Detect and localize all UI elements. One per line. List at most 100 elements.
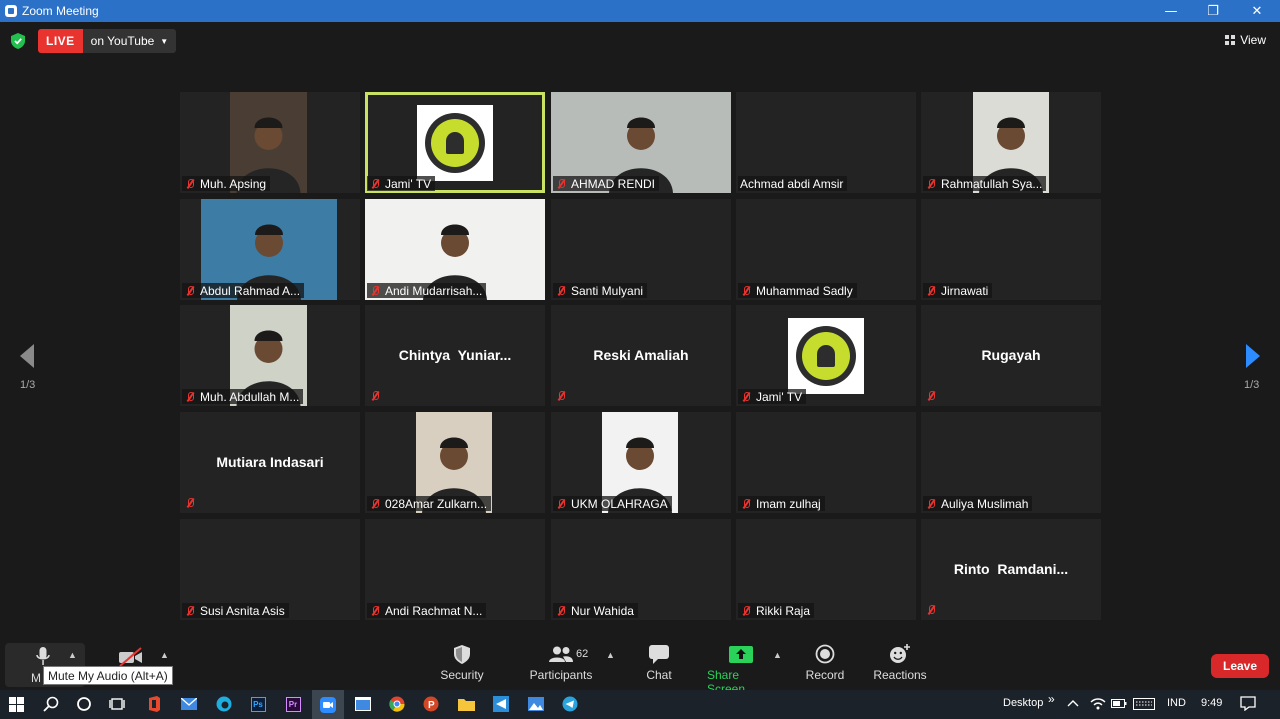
participant-name: Nur Wahida: [571, 603, 634, 618]
taskbar-clock[interactable]: 9:49: [1201, 697, 1222, 709]
participants-chevron-icon[interactable]: ▲: [606, 650, 615, 660]
participant-tile[interactable]: Auliya Muslimah: [921, 412, 1101, 513]
participant-tile[interactable]: Achmad abdi Amsir: [736, 92, 916, 193]
leave-button[interactable]: Leave: [1211, 654, 1269, 678]
task-view-icon[interactable]: [107, 694, 127, 714]
share-screen-button[interactable]: Share Screen: [707, 640, 775, 696]
muted-mic-icon: [925, 178, 937, 190]
photoshop-app-icon[interactable]: Ps: [248, 694, 268, 714]
muted-mic-icon: [369, 390, 381, 402]
participant-name-label: Muh. Apsing: [182, 176, 271, 191]
participant-tile[interactable]: Muh. Abdullah M...: [180, 305, 360, 406]
muted-mic-icon: [925, 604, 937, 616]
battery-icon[interactable]: [1111, 698, 1127, 709]
reactions-emoji-icon: [890, 644, 910, 663]
record-button[interactable]: Record: [805, 640, 845, 682]
toolbar-overflow-icon[interactable]: »: [1048, 692, 1055, 706]
telegram-app-icon[interactable]: [560, 694, 580, 714]
participant-name-label: Auliya Muslimah: [923, 496, 1033, 511]
muted-mic-icon: [184, 497, 196, 509]
minimize-button[interactable]: —: [1150, 0, 1192, 22]
store-app-icon[interactable]: [491, 694, 511, 714]
participant-name: AHMAD RENDI: [571, 176, 656, 191]
zoom-app-icon: [5, 5, 17, 17]
jami-tv-logo: [417, 105, 493, 181]
meeting-top-bar: [0, 22, 1280, 62]
participant-tile[interactable]: Jami' TV: [365, 92, 545, 193]
muted-mic-icon: [925, 498, 937, 510]
participant-name-label: Imam zulhaj: [738, 496, 825, 511]
previous-page-arrow-icon[interactable]: [17, 342, 37, 370]
svg-text:P: P: [428, 700, 435, 711]
participants-count: 62: [576, 648, 589, 660]
photos-app-icon[interactable]: [526, 694, 546, 714]
keyboard-icon[interactable]: [1133, 698, 1155, 710]
participant-tile[interactable]: Rinto Ramdani...: [921, 519, 1101, 620]
grid-icon: [1225, 35, 1236, 45]
zoom-taskbar-active[interactable]: [312, 690, 344, 719]
show-hidden-icons-chevron-icon[interactable]: [1067, 699, 1079, 707]
chrome-browser-icon[interactable]: [387, 694, 407, 714]
cortana-icon[interactable]: [74, 694, 94, 714]
muted-mic-icon: [184, 605, 196, 617]
participant-tile[interactable]: Andi Rachmat N...: [365, 519, 545, 620]
live-stream-button[interactable]: LIVE on YouTube ▼: [38, 29, 177, 53]
muted-mic-icon: [369, 498, 381, 510]
participant-tile[interactable]: UKM OLAHRAGA: [551, 412, 731, 513]
participant-tile[interactable]: Nur Wahida: [551, 519, 731, 620]
participant-tile[interactable]: 028Amar Zulkarn...: [365, 412, 545, 513]
participant-name: Rikki Raja: [756, 603, 811, 618]
input-language[interactable]: IND: [1167, 697, 1186, 709]
window-app-icon[interactable]: [353, 694, 373, 714]
close-button[interactable]: ✕: [1236, 0, 1278, 22]
notifications-icon[interactable]: [1240, 696, 1256, 711]
participant-display-name: Mutiara Indasari: [216, 454, 324, 470]
participant-tile[interactable]: Jirnawati: [921, 199, 1101, 300]
participant-tile[interactable]: Reski Amaliah: [551, 305, 731, 406]
muted-mic-icon: [369, 605, 381, 617]
encryption-shield-icon[interactable]: [11, 33, 25, 49]
search-icon[interactable]: [41, 694, 61, 714]
participant-tile[interactable]: Santi Mulyani: [551, 199, 731, 300]
participant-display-name: Rinto Ramdani...: [953, 561, 1069, 577]
edge-browser-icon[interactable]: [214, 694, 234, 714]
muted-mic-icon: [555, 498, 567, 510]
chat-button[interactable]: Chat: [644, 640, 674, 682]
participant-tile[interactable]: AHMAD RENDI: [551, 92, 731, 193]
view-button[interactable]: View: [1225, 33, 1266, 47]
participant-tile[interactable]: Rugayah: [921, 305, 1101, 406]
participant-tile[interactable]: Muhammad Sadly: [736, 199, 916, 300]
participant-tile[interactable]: Mutiara Indasari: [180, 412, 360, 513]
participant-tile[interactable]: Jami' TV: [736, 305, 916, 406]
participant-tile[interactable]: Rikki Raja: [736, 519, 916, 620]
participant-tile[interactable]: Chintya Yuniar...: [365, 305, 545, 406]
wifi-icon[interactable]: [1090, 697, 1106, 710]
video-options-chevron-icon[interactable]: ▲: [160, 650, 169, 660]
participant-tile[interactable]: Abdul Rahmad A...: [180, 199, 360, 300]
mail-app-icon[interactable]: [179, 694, 199, 714]
participants-button[interactable]: Participants: [530, 640, 592, 682]
participant-name: Achmad abdi Amsir: [740, 176, 844, 191]
file-explorer-icon[interactable]: [456, 694, 476, 714]
share-options-chevron-icon[interactable]: ▲: [773, 650, 782, 660]
microphone-icon: [36, 647, 50, 665]
audio-options-chevron-icon[interactable]: ▲: [68, 650, 77, 660]
participant-tile[interactable]: Imam zulhaj: [736, 412, 916, 513]
desktop-toolbar-label[interactable]: Desktop: [1003, 697, 1043, 709]
participant-tile[interactable]: Muh. Apsing: [180, 92, 360, 193]
participant-tile[interactable]: Andi Mudarrisah...: [365, 199, 545, 300]
participants-icon: [549, 646, 573, 662]
powerpoint-app-icon[interactable]: P: [421, 694, 441, 714]
share-screen-icon: [729, 645, 753, 663]
reactions-button[interactable]: Reactions: [873, 640, 927, 682]
restore-button[interactable]: ❐: [1192, 0, 1234, 22]
windows-start-icon[interactable]: [6, 694, 26, 714]
next-page-arrow-icon[interactable]: [1243, 342, 1263, 370]
office-app-icon[interactable]: [144, 694, 164, 714]
title-bar: Zoom Meeting: [0, 0, 1280, 22]
video-off-icon[interactable]: [118, 647, 144, 667]
participant-tile[interactable]: Rahmatullah Sya...: [921, 92, 1101, 193]
participant-tile[interactable]: Susi Asnita Asis: [180, 519, 360, 620]
premiere-app-icon[interactable]: Pr: [283, 694, 303, 714]
security-button[interactable]: Security: [440, 640, 484, 682]
